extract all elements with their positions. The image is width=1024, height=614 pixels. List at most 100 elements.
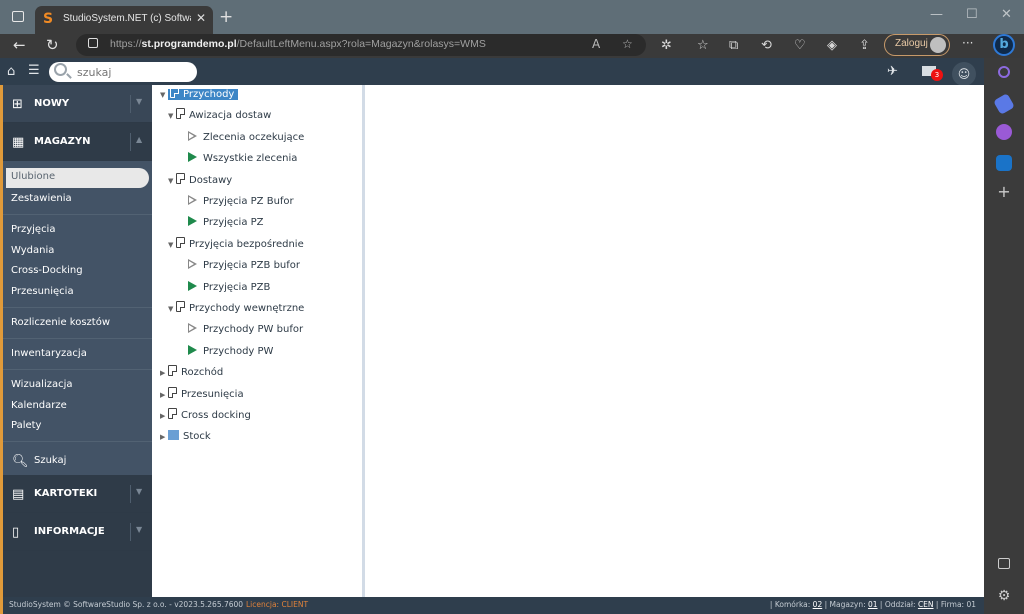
minimize-icon[interactable]: —: [930, 7, 943, 22]
chevron-down-icon[interactable]: ▼: [136, 525, 142, 534]
address-bar[interactable]: https://st.programdemo.pl/DefaultLeftMen…: [76, 34, 646, 56]
history-icon[interactable]: ⟲: [761, 38, 772, 53]
oddzial-label: Oddział:: [884, 600, 916, 609]
bing-copilot-icon[interactable]: b: [993, 34, 1015, 56]
extensions-icon[interactable]: ✲: [661, 38, 672, 53]
tree-node[interactable]: ▶ Stock: [160, 429, 211, 447]
document-node-icon: [176, 236, 185, 248]
tab-actions-icon[interactable]: [12, 11, 24, 22]
expand-down-icon[interactable]: ▼: [168, 301, 176, 317]
plane-icon[interactable]: ✈: [887, 64, 898, 79]
shopping-icon[interactable]: [993, 93, 1015, 115]
collections-icon[interactable]: ⧉: [729, 38, 738, 53]
tree-node[interactable]: Przyjęcia PZB bufor: [188, 258, 300, 276]
menu-section-nowy[interactable]: ⊞ NOWY ▼: [3, 85, 152, 123]
play-filled-icon: [188, 152, 197, 163]
section-label: KARTOTEKI: [34, 488, 98, 499]
menu-section-informacje[interactable]: ▯ INFORMACJE ▼: [3, 513, 152, 551]
maximize-icon[interactable]: ☐: [966, 7, 978, 22]
user-icon[interactable]: ☺: [952, 62, 976, 86]
more-options-icon[interactable]: ···: [962, 36, 973, 50]
tree-node[interactable]: Zlecenia oczekujące: [188, 130, 304, 148]
tree-node-label: Zlecenia oczekujące: [203, 131, 305, 143]
tree-node[interactable]: ▼ Awizacja dostaw: [168, 108, 271, 126]
sidebar-layout-icon[interactable]: [998, 558, 1010, 569]
tree-node[interactable]: Wszystkie zlecenia: [188, 151, 297, 169]
context-info: | Komórka: 02 | Magazyn: 01 | Oddział: C…: [769, 600, 976, 609]
outlook-icon[interactable]: [996, 155, 1012, 171]
tree-node[interactable]: Przyjęcia PZB: [188, 280, 270, 298]
refresh-icon[interactable]: ↻: [46, 36, 59, 54]
expand-down-icon[interactable]: ▼: [160, 87, 168, 103]
tree-node[interactable]: ▶ Przesunięcia: [160, 386, 244, 405]
tree-node[interactable]: ▶ Rozchód: [160, 365, 223, 383]
studiosystem-favicon-icon: S: [43, 11, 54, 27]
divider: [130, 133, 131, 151]
menu-section-kartoteki[interactable]: ▤ KARTOTEKI ▼: [3, 475, 152, 513]
tree-node[interactable]: ▼ Dostawy: [168, 172, 232, 191]
lock-icon[interactable]: [88, 38, 98, 48]
expand-right-icon[interactable]: ▶: [160, 429, 168, 445]
add-sidebar-icon[interactable]: +: [996, 184, 1012, 200]
oddzial-link[interactable]: CEN: [918, 600, 934, 609]
divider: [3, 369, 152, 370]
favorites-icon[interactable]: ☆: [697, 38, 709, 53]
document-icon: ▯: [12, 525, 20, 540]
menu-item-rozliczenie-kosztow[interactable]: Rozliczenie kosztów: [11, 317, 110, 328]
browser-essentials-icon[interactable]: ♡: [794, 38, 806, 53]
read-aloud-icon[interactable]: A: [592, 37, 600, 51]
url-text[interactable]: https://st.programdemo.pl/DefaultLeftMen…: [110, 38, 486, 50]
tree-node[interactable]: Przychody PW: [188, 344, 273, 362]
menu-item-palety[interactable]: Palety: [11, 420, 41, 431]
play-outline-icon: [188, 195, 197, 205]
search-input[interactable]: [77, 64, 187, 80]
new-tab-icon[interactable]: +: [219, 7, 233, 27]
back-icon[interactable]: ←: [13, 36, 26, 54]
chevron-down-icon[interactable]: ▼: [136, 97, 142, 106]
tree-node[interactable]: ▼ Przychody: [160, 87, 239, 105]
chevron-down-icon[interactable]: ▼: [136, 487, 142, 496]
menu-item-ulubione[interactable]: Ulubione: [6, 168, 149, 188]
expand-right-icon[interactable]: ▶: [160, 408, 168, 424]
section-label: MAGAZYN: [34, 136, 91, 147]
menu-item-zestawienia[interactable]: Zestawienia: [11, 193, 72, 204]
menu-item-wizualizacja[interactable]: Wizualizacja: [11, 379, 73, 390]
menu-item-cross-docking[interactable]: Cross-Docking: [11, 265, 83, 276]
komorka-link[interactable]: 02: [813, 600, 823, 609]
menu-section-magazyn[interactable]: ▦ MAGAZYN ▲: [3, 123, 152, 161]
tree-node[interactable]: Przychody PW bufor: [188, 322, 303, 340]
search-sidebar-icon[interactable]: [998, 66, 1010, 78]
expand-down-icon[interactable]: ▼: [168, 173, 176, 189]
settings-gear-icon[interactable]: ⚙: [996, 588, 1012, 604]
profile-login-button[interactable]: Zaloguj: [884, 34, 950, 56]
toggle-menu-icon[interactable]: ☰: [28, 63, 40, 78]
menu-item-inwentaryzacja[interactable]: Inwentaryzacja: [11, 348, 87, 359]
menu-item-wydania[interactable]: Wydania: [11, 245, 54, 256]
share-icon[interactable]: ⇪: [859, 38, 870, 53]
content-pane: [365, 85, 984, 597]
close-window-icon[interactable]: ✕: [1001, 7, 1012, 22]
search-box[interactable]: [49, 62, 197, 82]
browser-tab[interactable]: S StudioSystem.NET (c) SoftwareSt ✕: [35, 6, 213, 34]
tree-node[interactable]: Przyjęcia PZ Bufor: [188, 194, 294, 212]
menu-item-przyjecia[interactable]: Przyjęcia: [11, 224, 55, 235]
expand-down-icon[interactable]: ▼: [168, 108, 176, 124]
menu-item-przesuniecia[interactable]: Przesunięcia: [11, 286, 74, 297]
favorite-star-icon[interactable]: ☆: [622, 37, 633, 51]
expand-right-icon[interactable]: ▶: [160, 387, 168, 403]
home-icon[interactable]: ⌂: [7, 64, 15, 79]
tree-node[interactable]: ▼ Przychody wewnętrzne: [168, 301, 304, 319]
chevron-up-icon[interactable]: ▲: [136, 135, 142, 144]
expand-down-icon[interactable]: ▼: [168, 237, 176, 253]
tree-node[interactable]: ▶ Cross docking: [160, 408, 251, 426]
office-icon[interactable]: [996, 124, 1012, 140]
tree-node[interactable]: Przyjęcia PZ: [188, 215, 264, 233]
document-node-icon: [176, 172, 185, 184]
tab-close-icon[interactable]: ✕: [196, 11, 206, 25]
tree-node[interactable]: ▼ Przyjęcia bezpośrednie: [168, 236, 304, 255]
magazyn-link[interactable]: 01: [868, 600, 878, 609]
screenshot-icon[interactable]: ◈: [827, 38, 837, 53]
menu-szukaj[interactable]: 🔍︎ Szukaj: [3, 441, 152, 479]
expand-right-icon[interactable]: ▶: [160, 365, 168, 381]
menu-item-kalendarze[interactable]: Kalendarze: [11, 400, 67, 411]
